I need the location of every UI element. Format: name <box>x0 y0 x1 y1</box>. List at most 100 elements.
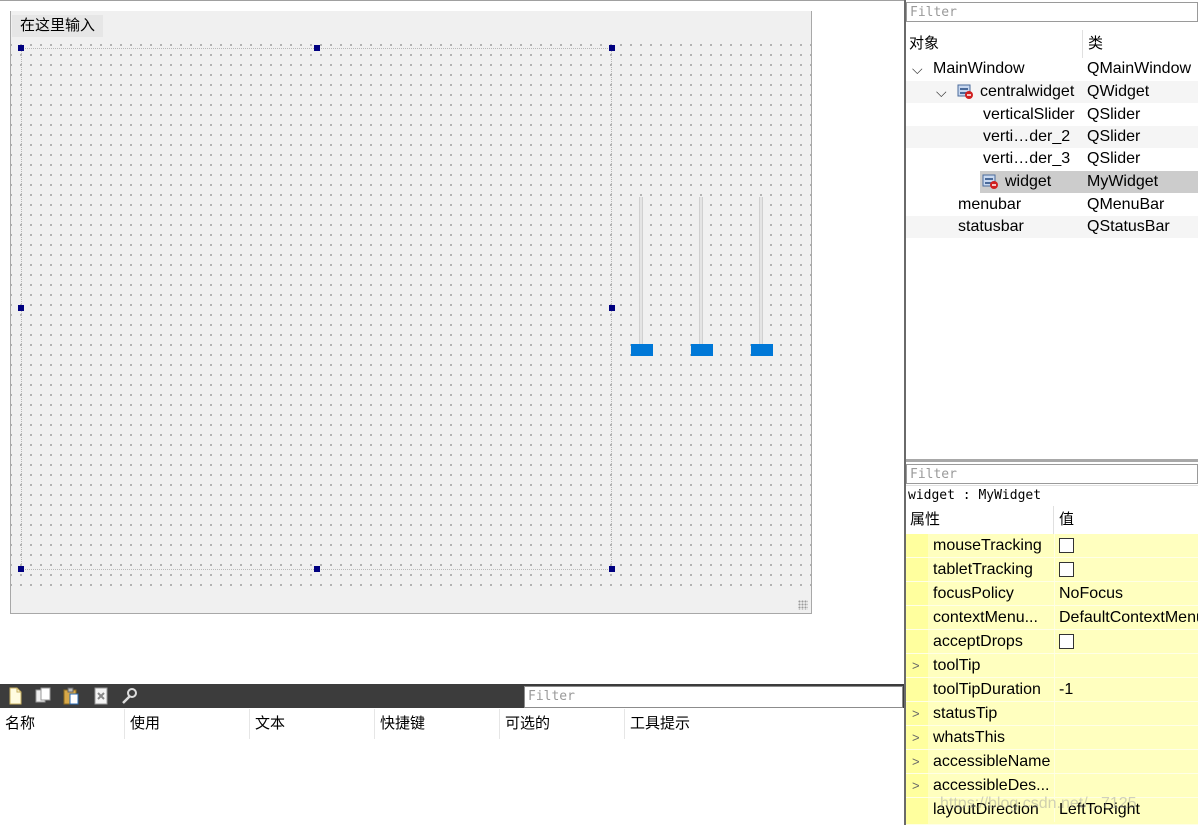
property-row-tooltip[interactable]: > toolTip <box>906 654 1198 678</box>
vertical-slider-track[interactable] <box>639 197 643 347</box>
chevron-right-icon[interactable]: > <box>912 726 920 749</box>
tree-row-statusbar[interactable]: statusbar QStatusBar <box>906 216 1198 238</box>
header-value[interactable]: 值 <box>1055 506 1198 534</box>
property-editor-header: 属性 值 <box>906 506 1198 534</box>
configure-icon[interactable] <box>120 687 138 705</box>
custom-widget-area[interactable] <box>21 48 612 570</box>
column-header-checkable[interactable]: 可选的 <box>500 709 625 739</box>
selection-handle[interactable] <box>18 45 24 51</box>
vertical-slider-handle[interactable] <box>631 344 653 356</box>
property-name: contextMenu... <box>933 609 1038 626</box>
vertical-slider-3-handle[interactable] <box>751 344 773 356</box>
property-value[interactable]: NoFocus <box>1054 582 1198 605</box>
property-row-tooltipduration[interactable]: toolTipDuration -1 <box>906 678 1198 702</box>
vertical-slider-3-track[interactable] <box>759 197 763 347</box>
object-name: centralwidget <box>980 83 1075 100</box>
property-row-focuspolicy[interactable]: focusPolicy NoFocus <box>906 582 1198 606</box>
property-object-label: widget : MyWidget <box>906 485 1198 505</box>
acceptdrops-checkbox[interactable] <box>1059 634 1074 649</box>
property-name: accessibleName <box>933 753 1051 770</box>
tree-row-verticalslider[interactable]: verticalSlider QSlider <box>906 104 1198 126</box>
column-header-name[interactable]: 名称 <box>0 709 125 739</box>
column-header-text[interactable]: 文本 <box>250 709 375 739</box>
copy-action-icon[interactable] <box>34 687 52 705</box>
selection-handle[interactable] <box>609 305 615 311</box>
paste-action-icon[interactable] <box>62 687 80 705</box>
property-row-acceptdrops[interactable]: acceptDrops <box>906 630 1198 654</box>
action-table-header: 名称 使用 文本 快捷键 可选的 工具提示 <box>0 709 904 739</box>
property-value[interactable] <box>1054 750 1198 773</box>
action-filter-input[interactable]: Filter <box>524 686 903 708</box>
property-row-contextmenupolicy[interactable]: contextMenu... DefaultContextMenu <box>906 606 1198 630</box>
vertical-slider-2-handle[interactable] <box>691 344 713 356</box>
tree-row-mainwindow[interactable]: ⌵ MainWindow QMainWindow <box>906 58 1198 80</box>
property-name: focusPolicy <box>933 585 1014 602</box>
selection-handle[interactable] <box>609 566 615 572</box>
new-action-icon[interactable] <box>6 687 24 705</box>
row-gutter <box>906 798 928 824</box>
delete-action-icon[interactable] <box>92 687 110 705</box>
chevron-right-icon[interactable]: > <box>912 654 920 677</box>
chevron-right-icon[interactable]: > <box>912 774 920 797</box>
property-row-whatsthis[interactable]: > whatsThis <box>906 726 1198 750</box>
property-value[interactable] <box>1054 630 1198 653</box>
header-object[interactable]: 对象 <box>906 30 1083 58</box>
chevron-down-icon[interactable]: ⌵ <box>936 81 947 103</box>
property-filter-input[interactable]: Filter <box>906 464 1198 484</box>
object-class: QMainWindow <box>1087 60 1192 77</box>
object-name: verti…der_3 <box>983 150 1071 167</box>
selection-handle[interactable] <box>18 305 24 311</box>
object-class: QSlider <box>1087 150 1141 167</box>
property-value[interactable] <box>1054 726 1198 749</box>
selection-handle[interactable] <box>18 566 24 572</box>
central-widget-canvas[interactable] <box>11 37 811 587</box>
tree-row-menubar[interactable]: menubar QMenuBar <box>906 194 1198 216</box>
chevron-down-icon[interactable]: ⌵ <box>912 58 923 80</box>
property-name: tabletTracking <box>933 561 1033 578</box>
chevron-right-icon[interactable]: > <box>912 750 920 773</box>
selection-handle[interactable] <box>314 45 320 51</box>
tree-row-verticalslider-2[interactable]: verti…der_2 QSlider <box>906 126 1198 148</box>
object-class: QWidget <box>1087 83 1150 100</box>
object-inspector-filter-input[interactable]: Filter <box>906 2 1198 22</box>
property-name: acceptDrops <box>933 633 1023 650</box>
form-window[interactable]: 在这里输入 <box>10 11 812 614</box>
property-value[interactable] <box>1054 702 1198 725</box>
property-value[interactable]: DefaultContextMenu <box>1054 606 1198 629</box>
dock-splitter[interactable] <box>906 459 1198 462</box>
property-row-mousetracking[interactable]: mouseTracking <box>906 534 1198 558</box>
tablettracking-checkbox[interactable] <box>1059 562 1074 577</box>
menu-type-here-placeholder[interactable]: 在这里输入 <box>12 15 104 37</box>
property-row-statustip[interactable]: > statusTip <box>906 702 1198 726</box>
property-value[interactable] <box>1054 654 1198 677</box>
tree-row-verticalslider-3[interactable]: verti…der_3 QSlider <box>906 148 1198 170</box>
tree-row-centralwidget[interactable]: ⌵ centralwidget QWidget <box>906 81 1198 103</box>
property-value[interactable] <box>1054 534 1198 557</box>
property-name: toolTipDuration <box>933 681 1041 698</box>
property-value[interactable]: -1 <box>1054 678 1198 701</box>
row-gutter <box>906 678 928 701</box>
vertical-slider-2-track[interactable] <box>699 197 703 347</box>
property-name: statusTip <box>933 705 998 722</box>
column-header-shortcut[interactable]: 快捷键 <box>375 709 500 739</box>
column-header-tooltip[interactable]: 工具提示 <box>625 709 904 739</box>
form-editor-area: 在这里输入 <box>0 0 904 684</box>
column-header-used[interactable]: 使用 <box>125 709 250 739</box>
tree-row-widget[interactable]: widget MyWidget <box>906 171 1198 193</box>
property-row-accessiblename[interactable]: > accessibleName <box>906 750 1198 774</box>
mousetracking-checkbox[interactable] <box>1059 538 1074 553</box>
object-name: verticalSlider <box>983 106 1075 123</box>
selection-handle[interactable] <box>609 45 615 51</box>
header-property[interactable]: 属性 <box>906 506 1054 534</box>
row-gutter <box>906 630 928 653</box>
row-gutter <box>906 534 928 557</box>
size-grip-icon[interactable] <box>798 600 808 610</box>
property-name: mouseTracking <box>933 537 1042 554</box>
chevron-right-icon[interactable]: > <box>912 702 920 725</box>
property-value[interactable] <box>1054 558 1198 581</box>
object-class: QStatusBar <box>1087 218 1170 235</box>
selection-handle[interactable] <box>314 566 320 572</box>
header-class[interactable]: 类 <box>1085 30 1198 58</box>
object-name: statusbar <box>958 218 1024 235</box>
property-row-tablettracking[interactable]: tabletTracking <box>906 558 1198 582</box>
